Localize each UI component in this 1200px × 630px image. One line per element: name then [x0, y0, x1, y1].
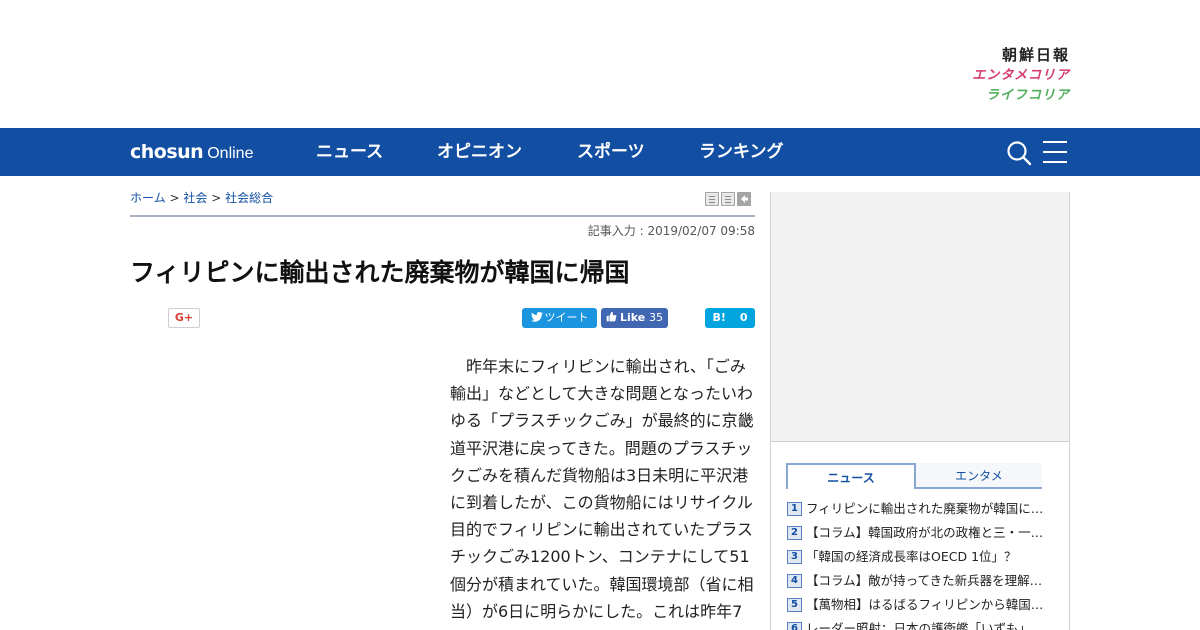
breadcrumb-home[interactable]: ホーム	[130, 191, 166, 205]
nav-item-opinion[interactable]: オピニオン	[437, 140, 522, 164]
right-sidebar: ニュース エンタメ 1 フィリピンに輸出された廃棄物が韓国に帰国 2 【コラム】韓国…	[770, 192, 1070, 630]
list-item[interactable]: 3 「韓国の経済成長率はOECD 1位」？	[787, 545, 1047, 569]
nav-item-news[interactable]: ニュース	[316, 140, 383, 164]
fb-like-label: Like	[619, 311, 646, 324]
text-view-icon[interactable]	[721, 192, 735, 206]
rank-title: 【コラム】韓国政府が北の政権と三・一節を共同記念	[806, 525, 1047, 540]
life-korea-logo[interactable]: ライフコリア	[972, 86, 1070, 106]
rank-title: 【コラム】敵が持ってきた新兵器を理解できない韓国	[806, 573, 1047, 588]
rank-number: 6	[787, 621, 802, 630]
ad-placeholder	[771, 192, 1069, 442]
hamburger-menu-icon[interactable]	[1043, 141, 1067, 163]
list-item[interactable]: 5 【萬物相】はるばるフィリピンから韓国に戻ってきたごみ	[787, 593, 1047, 617]
breadcrumb: ホーム > 社会 > 社会総合	[130, 190, 273, 206]
fb-like-count: 35	[649, 311, 664, 324]
list-item[interactable]: 2 【コラム】韓国政府が北の政権と三・一節を共同記念	[787, 521, 1047, 545]
list-item[interactable]: 1 フィリピンに輸出された廃棄物が韓国に帰国	[787, 497, 1047, 521]
hatena-count: 0	[739, 311, 748, 324]
hatena-label: B!	[712, 311, 726, 324]
brand-stack: 朝鮮日報 エンタメコリア ライフコリア	[972, 44, 1070, 106]
tab-entame[interactable]: エンタメ	[916, 463, 1042, 489]
rank-number: 4	[787, 573, 802, 588]
ranking-tabs: ニュース エンタメ	[786, 463, 1042, 489]
breadcrumb-section[interactable]: 社会	[183, 191, 207, 205]
rank-number: 3	[787, 549, 802, 564]
logo-bold-text: chosun	[130, 141, 204, 163]
chosun-online-logo[interactable]: chosun Online	[130, 138, 253, 166]
rank-number: 2	[787, 525, 802, 540]
nav-item-ranking[interactable]: ランキング	[699, 140, 784, 164]
breadcrumb-separator: >	[211, 191, 222, 205]
search-icon[interactable]	[1006, 140, 1032, 166]
ranking-list: 1 フィリピンに輸出された廃棄物が韓国に帰国 2 【コラム】韓国政府が北の政権と三・…	[787, 497, 1047, 630]
article-dateline: 記事入力 : 2019/02/07 09:58	[587, 224, 755, 238]
rank-title: 「韓国の経済成長率はOECD 1位」？	[806, 549, 1017, 564]
list-item[interactable]: 4 【コラム】敵が持ってきた新兵器を理解できない韓国	[787, 569, 1047, 593]
breadcrumb-subsection[interactable]: 社会総合	[225, 191, 273, 205]
nav-item-sports[interactable]: スポーツ	[577, 140, 645, 164]
list-item[interactable]: 6 レーダー照射：日本の護衛艦「いずも」	[787, 617, 1047, 630]
article-headline: フィリピンに輸出された廃棄物が韓国に帰国	[130, 258, 630, 287]
twitter-bird-icon	[530, 312, 543, 322]
article-body: 昨年末にフィリピンに輸出され、「ごみ輸出」などとして大きな問題となったいわゆる「…	[450, 357, 754, 621]
rank-title: フィリピンに輸出された廃棄物が韓国に帰国	[806, 501, 1047, 516]
tweet-label: ツイート	[544, 311, 589, 324]
rank-number: 5	[787, 597, 802, 612]
rank-number: 1	[787, 501, 802, 516]
tab-news[interactable]: ニュース	[786, 463, 916, 489]
google-plus-button[interactable]: G+	[168, 308, 200, 328]
entame-korea-logo[interactable]: エンタメコリア	[972, 64, 1070, 86]
breadcrumb-divider	[130, 215, 755, 217]
brand-header: 朝鮮日報 エンタメコリア ライフコリア	[0, 0, 1200, 128]
back-arrow-icon[interactable]	[737, 192, 751, 206]
hatena-bookmark-button[interactable]: B! 0	[705, 308, 755, 328]
rank-title: レーダー照射：日本の護衛艦「いずも」	[806, 621, 1032, 630]
logo-light-text: Online	[207, 145, 254, 162]
facebook-like-button[interactable]: Like 35	[601, 308, 668, 328]
chosun-nippo-logo[interactable]: 朝鮮日報	[972, 44, 1070, 64]
article-tools	[703, 192, 751, 206]
breadcrumb-separator: >	[169, 191, 180, 205]
tweet-button[interactable]: ツイート	[522, 308, 597, 328]
print-icon[interactable]	[705, 192, 719, 206]
thumbs-up-icon	[606, 311, 617, 322]
rank-title: 【萬物相】はるばるフィリピンから韓国に戻ってきたごみ	[806, 597, 1047, 612]
